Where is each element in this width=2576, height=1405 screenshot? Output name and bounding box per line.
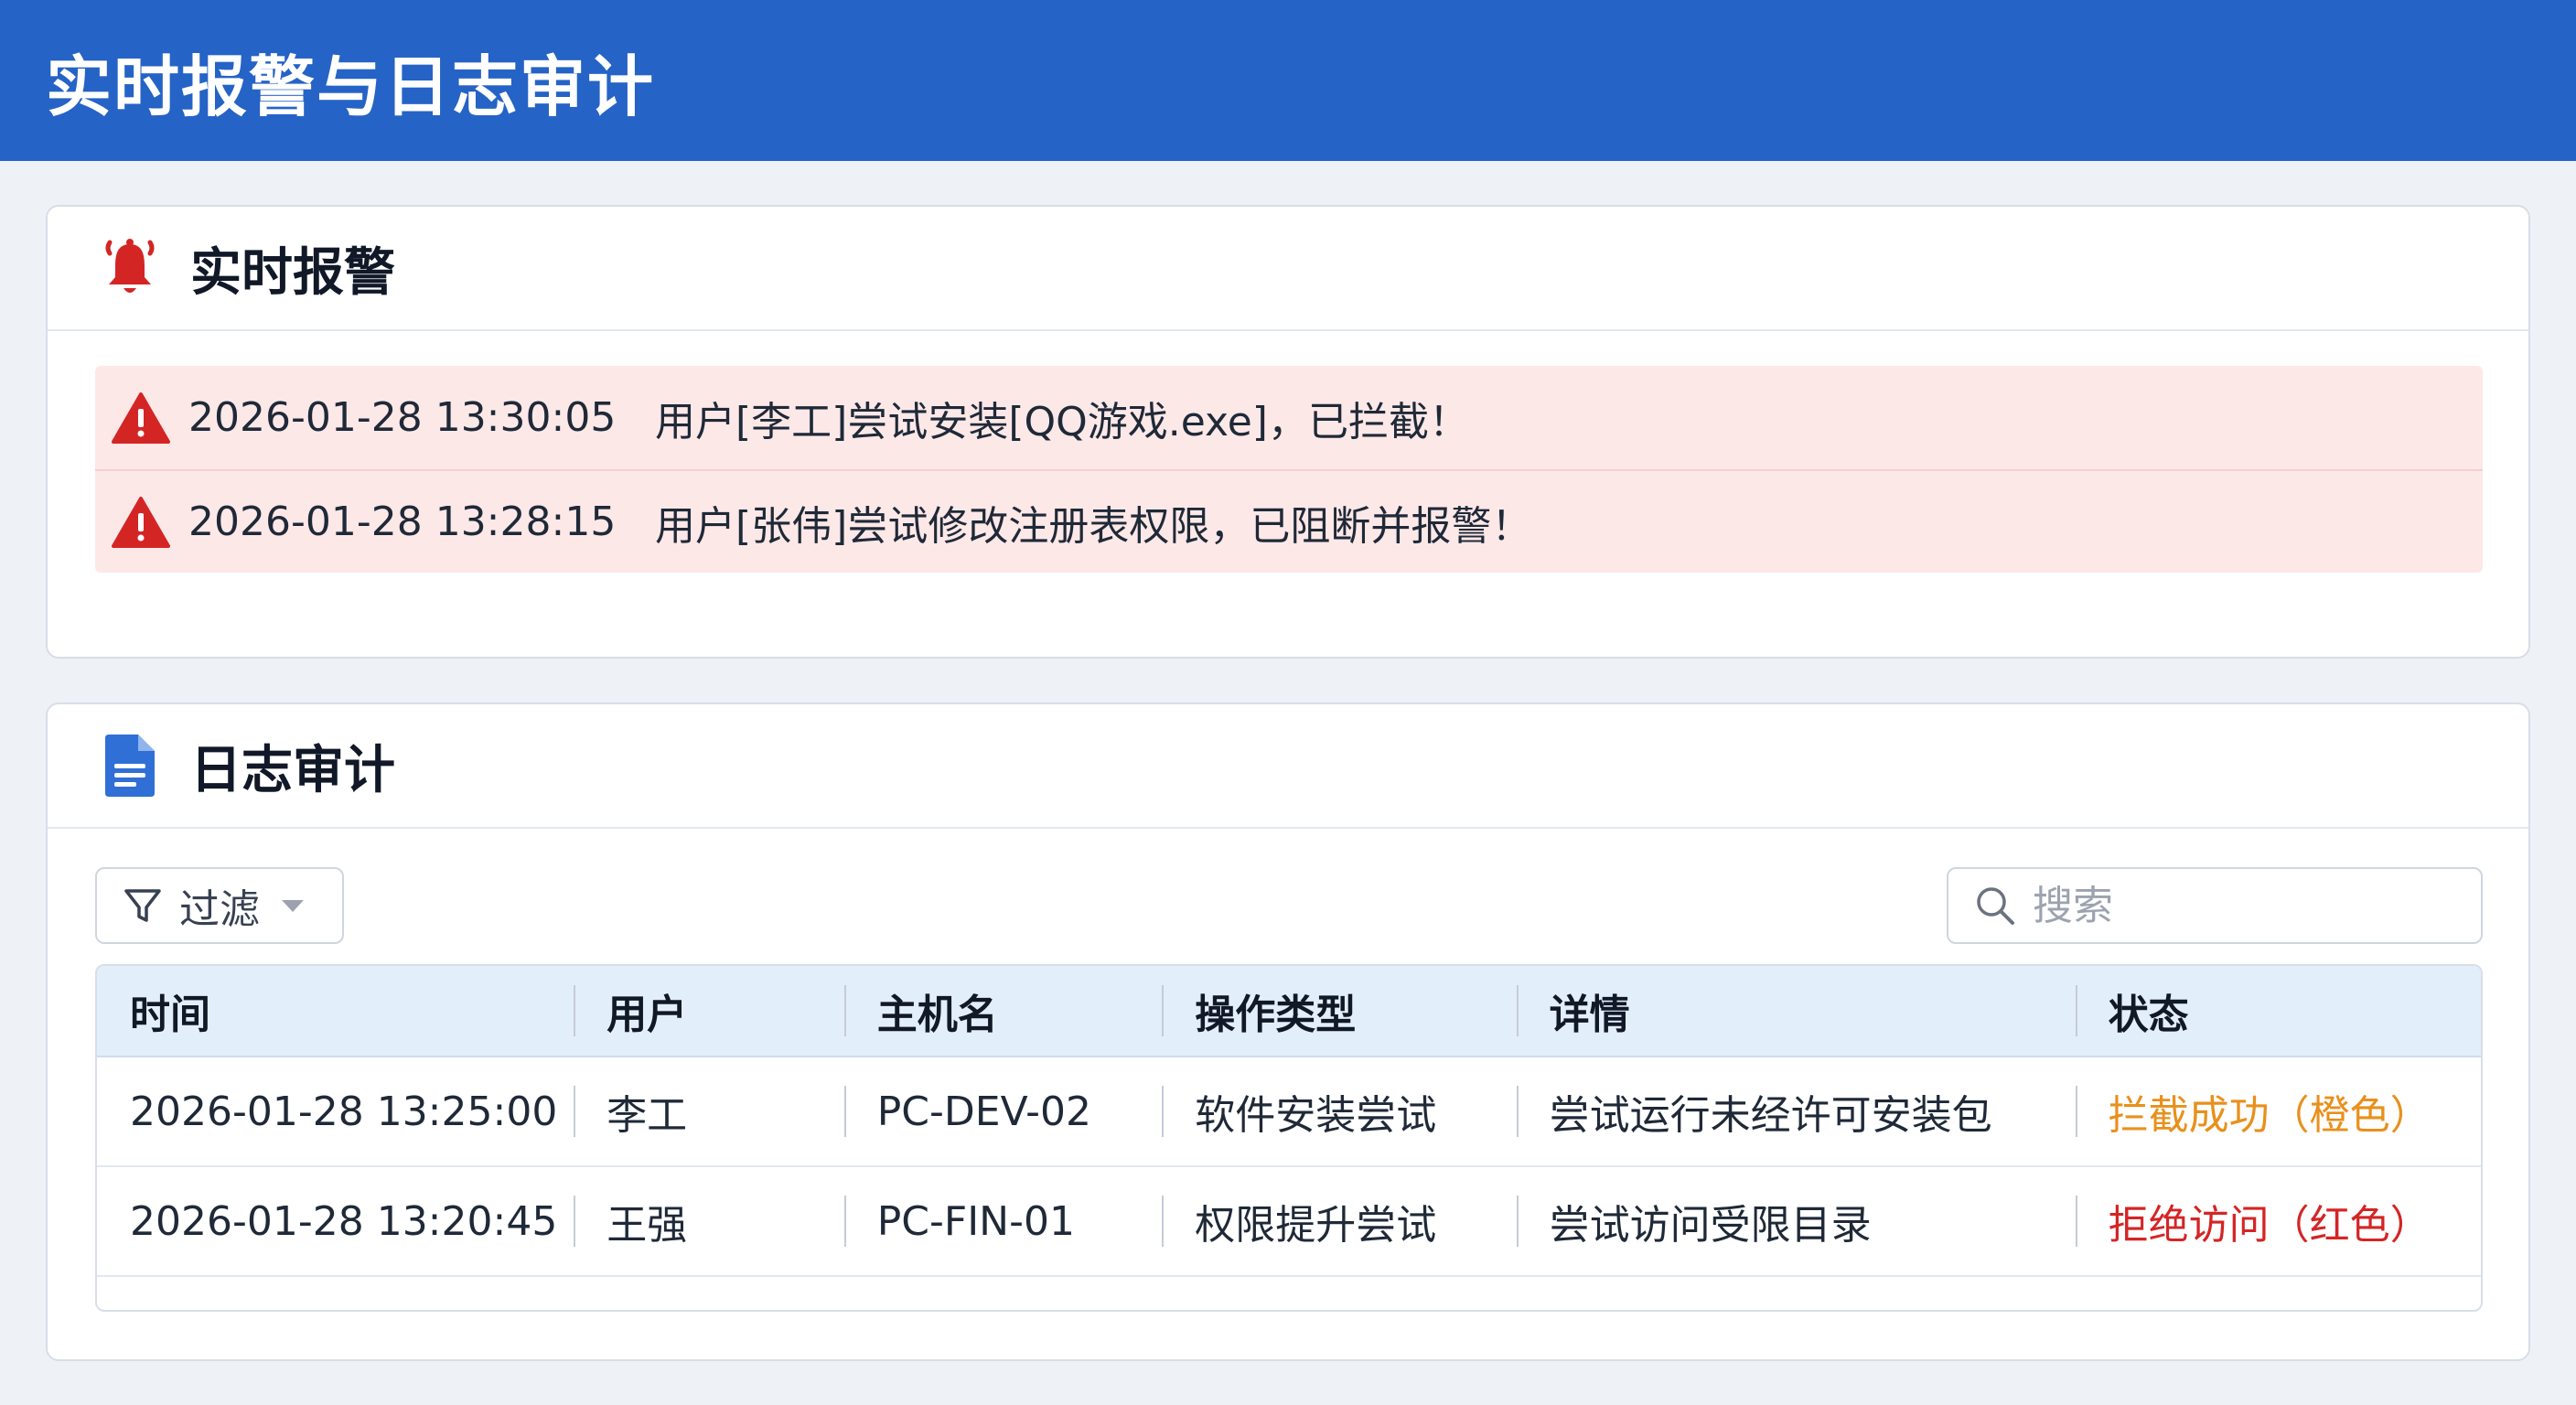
alert-time: 2026-01-28 13:30:05 <box>188 394 617 441</box>
caret-down-icon <box>282 900 304 912</box>
filter-dropdown-button[interactable]: 过滤 <box>95 867 344 944</box>
document-icon <box>97 733 163 799</box>
warning-icon <box>112 391 170 444</box>
search-icon <box>1977 887 2014 925</box>
column-header-detail[interactable]: 详情 <box>1517 981 2076 1040</box>
cell-time: 2026-01-28 13:20:45 <box>130 1197 558 1245</box>
cell-user: 王强 <box>574 1192 844 1250</box>
log-card-header: 日志审计 <box>48 704 2528 829</box>
table-row[interactable]: 2026-01-28 13:20:45 王强 PC-FIN-01 权限提升尝试 … <box>97 1167 2481 1277</box>
alert-list: 2026-01-28 13:30:05 用户[李工]尝试安装[QQ游戏.exe]… <box>95 366 2483 573</box>
cell-detail: 尝试运行未经许可安装包 <box>1517 1082 2076 1141</box>
cell-time: 2026-01-28 13:25:00 <box>130 1088 558 1135</box>
alert-message: 用户[张伟]尝试修改注册表权限，已阻断并报警！ <box>655 502 1532 550</box>
table-row[interactable]: 2026-01-28 13:25:00 李工 PC-DEV-02 软件安装尝试 … <box>97 1057 2481 1167</box>
alarm-card: 实时报警 2026-01-28 13:30:05 用户[李工]尝试安装[QQ游戏… <box>46 205 2530 659</box>
column-header-status[interactable]: 状态 <box>2076 981 2481 1040</box>
warning-icon <box>112 496 170 548</box>
alarm-card-header: 实时报警 <box>48 207 2528 331</box>
log-table: 时间 用户 主机名 操作类型 详情 状态 2026-01-28 13:25:00… <box>95 964 2483 1312</box>
alert-time: 2026-01-28 13:28:15 <box>188 499 617 545</box>
filter-label: 过滤 <box>179 886 260 933</box>
alert-item: 2026-01-28 13:28:15 用户[张伟]尝试修改注册表权限，已阻断并… <box>95 469 2483 573</box>
log-audit-card: 日志审计 过滤 时间 用户 主机名 操作类型 详情 状态 <box>46 702 2530 1361</box>
column-header-host[interactable]: 主机名 <box>844 981 1162 1040</box>
search-input[interactable] <box>2033 882 2453 929</box>
table-header-row: 时间 用户 主机名 操作类型 详情 状态 <box>97 966 2481 1057</box>
bell-icon <box>97 235 163 301</box>
cell-status: 拒绝访问（红色） <box>2076 1192 2481 1250</box>
column-header-op-type[interactable]: 操作类型 <box>1162 981 1516 1040</box>
alert-message: 用户[李工]尝试安装[QQ游戏.exe]，已拦截！ <box>655 398 1469 445</box>
log-section-title: 日志审计 <box>190 740 395 800</box>
cell-status: 拦截成功（橙色） <box>2076 1082 2481 1141</box>
log-toolbar: 过滤 <box>95 867 2483 944</box>
cell-user: 李工 <box>574 1082 844 1141</box>
cell-host: PC-FIN-01 <box>844 1198 1162 1245</box>
cell-host: PC-DEV-02 <box>844 1089 1162 1135</box>
column-header-user[interactable]: 用户 <box>574 981 844 1040</box>
cell-detail: 尝试访问受限目录 <box>1517 1192 2076 1250</box>
filter-icon <box>124 889 161 922</box>
column-header-time[interactable]: 时间 <box>97 981 574 1040</box>
search-box[interactable] <box>1947 867 2483 944</box>
alert-item: 2026-01-28 13:30:05 用户[李工]尝试安装[QQ游戏.exe]… <box>95 366 2483 469</box>
alarm-section-title: 实时报警 <box>190 242 395 303</box>
cell-op-type: 权限提升尝试 <box>1162 1192 1516 1250</box>
page-title: 实时报警与日志审计 <box>46 48 656 125</box>
cell-op-type: 软件安装尝试 <box>1162 1082 1516 1141</box>
top-header-bar: 实时报警与日志审计 <box>0 0 2576 161</box>
